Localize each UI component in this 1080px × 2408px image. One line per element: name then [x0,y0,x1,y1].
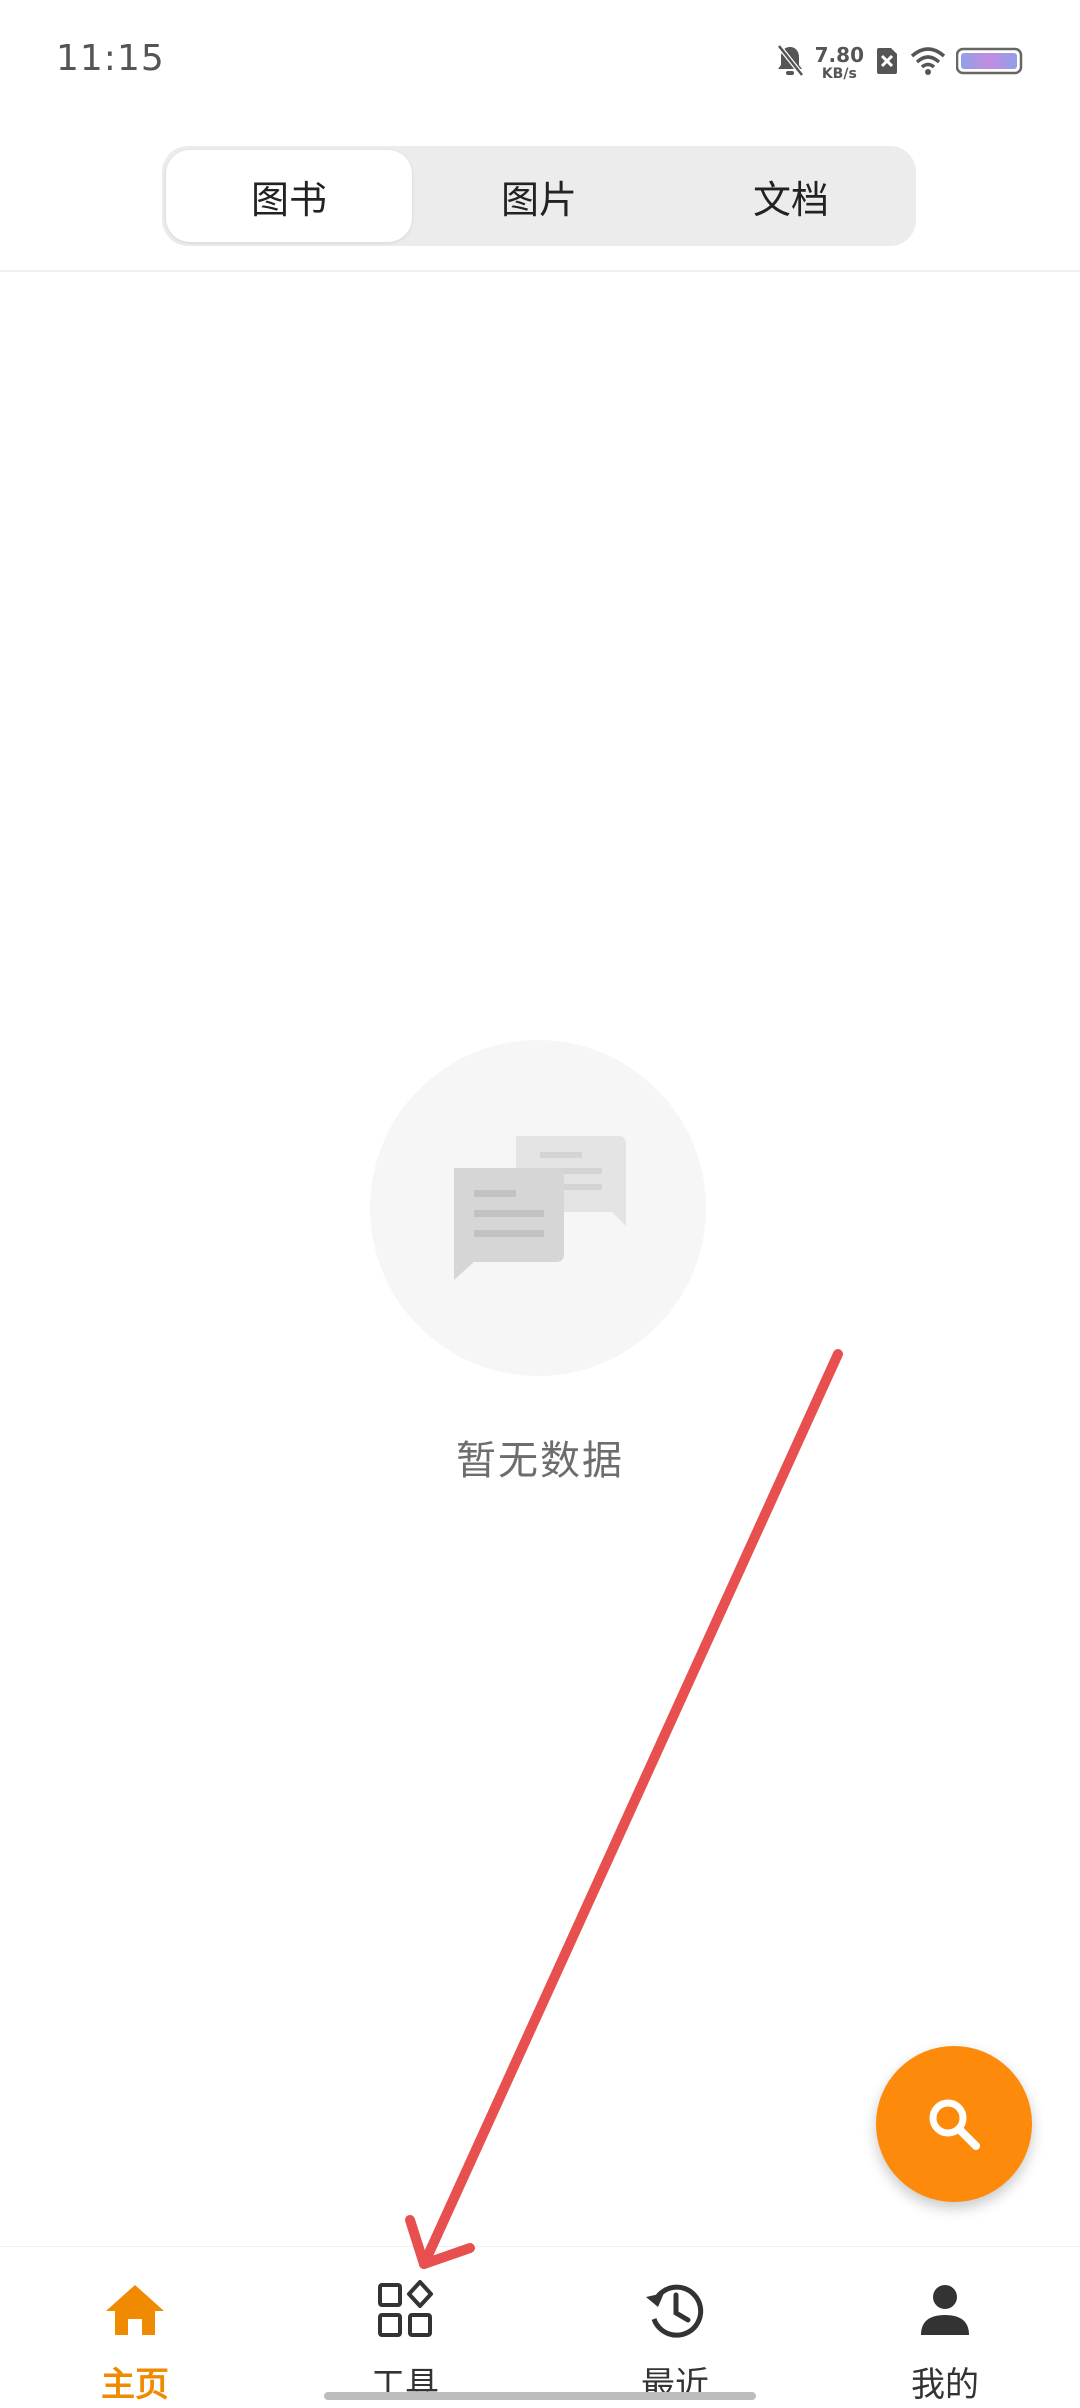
screen: 11:15 7.80 KB/s 图书 图片 文档 暂无数据 主页 工具 最近 我… [0,0,1080,2408]
nav-item-recent[interactable]: 最近 [540,2247,810,2408]
tab-books-label: 图书 [250,177,327,222]
tab-images-label: 图片 [500,177,577,222]
network-speed-unit: KB/s [821,66,857,82]
history-icon [646,2284,704,2338]
person-icon [921,2285,969,2335]
tab-images[interactable]: 图片 [414,146,664,246]
bell-off-icon [775,44,805,82]
wifi-icon [910,46,946,80]
nav-item-me-label: 我的 [911,2365,979,2405]
status-time: 11:15 [56,38,165,79]
status-bar: 11:15 7.80 KB/s [0,0,1080,126]
network-speed-value: 7.80 [814,43,864,67]
bottom-nav: 主页 工具 最近 我的 [0,2246,1080,2408]
sim-x-icon [874,46,900,80]
tab-documents-label: 文档 [752,177,829,222]
home-indicator [324,2392,756,2400]
search-icon [929,2099,980,2150]
home-icon [106,2285,164,2335]
nav-item-me[interactable]: 我的 [810,2247,1080,2408]
tools-grid-icon [378,2280,433,2337]
nav-item-home-label: 主页 [101,2365,169,2405]
tab-books[interactable]: 图书 [166,150,412,242]
battery-icon [955,46,1024,80]
segmented-tabs: 图书 图片 文档 [162,146,916,246]
search-fab[interactable] [876,2046,1032,2202]
empty-state-text: 暂无数据 [456,1438,624,1484]
nav-item-tools[interactable]: 工具 [270,2247,540,2408]
tab-documents[interactable]: 文档 [666,146,916,246]
empty-state-illustration [370,1040,706,1376]
network-speed: 7.80 KB/s [815,45,864,81]
header-divider [0,270,1080,272]
status-icons: 7.80 KB/s [775,40,1024,86]
chat-bubbles-icon [454,1136,626,1280]
nav-item-home[interactable]: 主页 [0,2247,270,2408]
